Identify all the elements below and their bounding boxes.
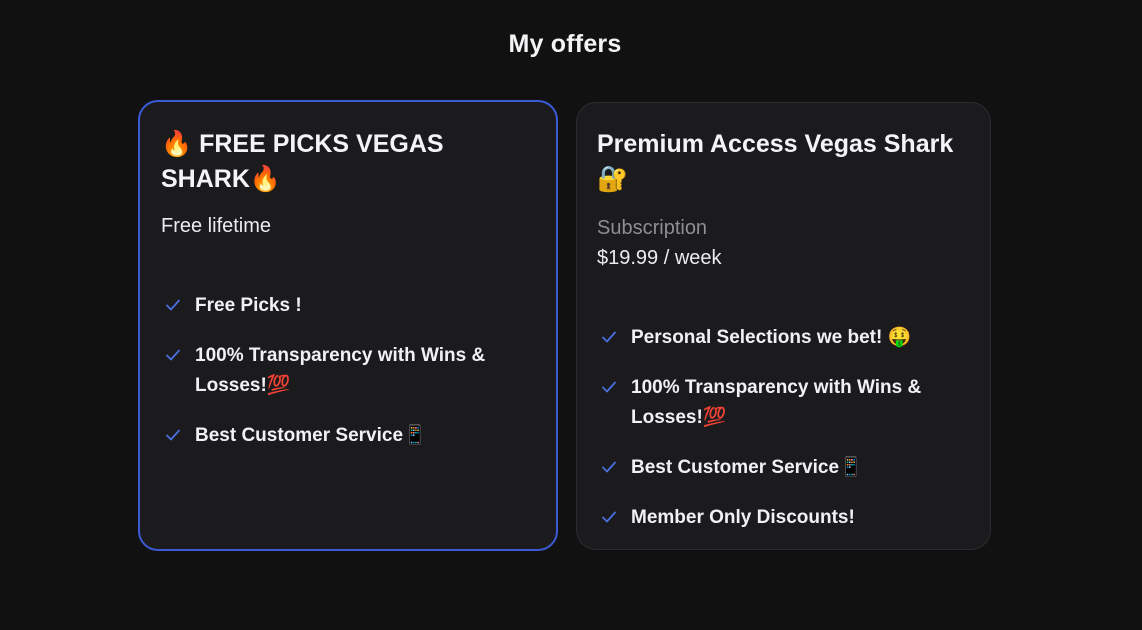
feature-list: Free Picks ! 100% Transparency with Wins… bbox=[161, 291, 536, 451]
feature-item: Best Customer Service📱 bbox=[597, 453, 970, 483]
offer-title: Premium Access Vegas Shark 🔐 bbox=[597, 130, 954, 193]
check-icon bbox=[602, 461, 616, 473]
feature-text: 100% Transparency with Wins & Losses!💯 bbox=[195, 345, 486, 396]
offer-card-premium-access[interactable]: Premium Access Vegas Shark 🔐 Subscriptio… bbox=[576, 102, 991, 550]
page-title: My offers bbox=[508, 30, 622, 58]
page: My offers 🔥 FREE PICKS VEGAS SHARK🔥 Free… bbox=[0, 0, 1142, 630]
offer-subtitle: Free lifetime bbox=[161, 215, 272, 237]
feature-item: Member Only Discounts! bbox=[597, 503, 970, 533]
feature-text: Best Customer Service📱 bbox=[195, 425, 427, 446]
check-icon bbox=[602, 381, 616, 393]
check-icon bbox=[166, 299, 180, 311]
feature-item: Free Picks ! bbox=[161, 291, 536, 321]
check-icon bbox=[602, 511, 616, 523]
check-icon bbox=[166, 349, 180, 361]
feature-text: Personal Selections we bet! 🤑 bbox=[631, 327, 912, 348]
feature-text: 100% Transparency with Wins & Losses!💯 bbox=[631, 377, 922, 428]
feature-item: Personal Selections we bet! 🤑 bbox=[597, 323, 970, 353]
offers-list: 🔥 FREE PICKS VEGAS SHARK🔥 Free lifetime … bbox=[138, 100, 991, 551]
feature-item: 100% Transparency with Wins & Losses!💯 bbox=[161, 341, 536, 401]
offer-subtitle: Subscription bbox=[597, 217, 708, 239]
feature-text: Best Customer Service📱 bbox=[631, 457, 863, 478]
feature-text: Member Only Discounts! bbox=[631, 507, 855, 528]
feature-item: Best Customer Service📱 bbox=[161, 421, 536, 451]
offer-card-free-picks[interactable]: 🔥 FREE PICKS VEGAS SHARK🔥 Free lifetime … bbox=[138, 100, 558, 551]
check-icon bbox=[602, 331, 616, 343]
check-icon bbox=[166, 429, 180, 441]
feature-list: Personal Selections we bet! 🤑 100% Trans… bbox=[597, 323, 970, 533]
feature-item: 100% Transparency with Wins & Losses!💯 bbox=[597, 373, 970, 433]
feature-text: Free Picks ! bbox=[195, 295, 302, 316]
offer-title: 🔥 FREE PICKS VEGAS SHARK🔥 bbox=[161, 130, 444, 193]
offer-price: $19.99 / week bbox=[597, 247, 722, 269]
